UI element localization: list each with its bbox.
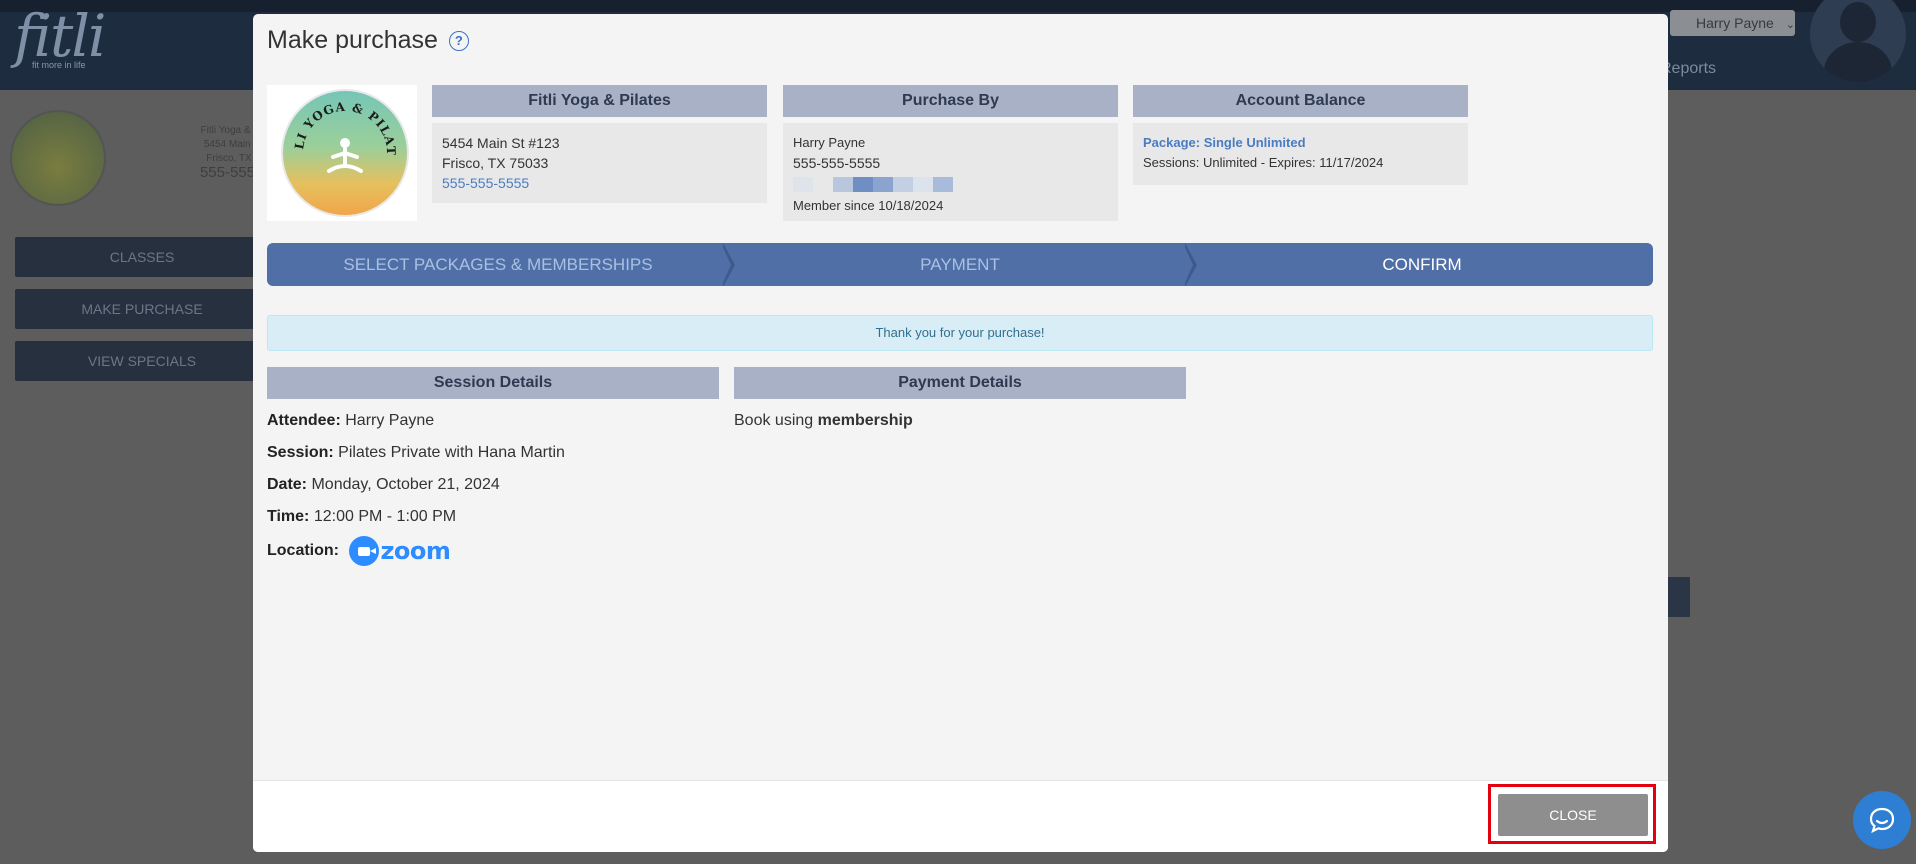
redacted-email	[793, 177, 1108, 192]
package-name[interactable]: Package: Single Unlimited	[1143, 133, 1458, 153]
modal-title-text: Make purchase	[267, 26, 438, 54]
studio-address1: 5454 Main St #123	[442, 135, 560, 151]
attendee-value: Harry Payne	[345, 412, 435, 429]
close-button[interactable]: CLOSE	[1498, 794, 1648, 836]
date-value: Monday, October 21, 2024	[311, 476, 500, 493]
brand-logo[interactable]: fitli fit more in life	[14, 2, 106, 70]
zoom-wordmark: zoom	[380, 537, 451, 565]
nav-classes-button[interactable]: CLASSES	[15, 237, 269, 277]
studio-phone: 555-555-	[199, 164, 260, 181]
account-balance-card: Account Balance Package: Single Unlimite…	[1133, 85, 1468, 185]
studio-line1: Fitli Yoga & P	[200, 125, 260, 136]
studio-address2: Frisco, TX 75033	[442, 155, 549, 171]
attendee-label: Attendee:	[267, 412, 341, 429]
modal-title: Make purchase ?	[267, 26, 469, 55]
brand-logo-text: fitli	[14, 2, 106, 70]
chat-bubble-icon	[1869, 807, 1895, 834]
step-confirm: CONFIRM	[1382, 255, 1462, 274]
svg-text:FITLI YOGA & PILATES: FITLI YOGA & PILATES	[283, 91, 398, 156]
time-line: Time: 12:00 PM - 1:00 PM	[267, 508, 456, 526]
background-studio-info: Fitli Yoga & P 5454 Main S Frisco, TX 7 …	[180, 124, 260, 180]
question-circle-icon[interactable]: ?	[448, 31, 469, 51]
background-studio-logo	[10, 110, 106, 206]
sessions-expiry: Sessions: Unlimited - Expires: 11/17/202…	[1143, 155, 1384, 170]
nav-view-specials-button[interactable]: VIEW SPECIALS	[15, 341, 269, 381]
account-balance-header: Account Balance	[1133, 85, 1468, 117]
studio-line2: 5454 Main S	[203, 139, 260, 150]
chat-support-button[interactable]	[1853, 791, 1911, 849]
studio-logo: FITLI YOGA & PILATES	[281, 89, 409, 217]
session-details-header: Session Details	[267, 367, 719, 399]
location-label: Location:	[267, 542, 339, 560]
avatar[interactable]	[1810, 0, 1906, 82]
payment-details-header: Payment Details	[734, 367, 1186, 399]
attendee-line: Attendee: Harry Payne	[267, 412, 434, 430]
session-value: Pilates Private with Hana Martin	[338, 444, 565, 461]
zoom-camera-icon	[349, 536, 380, 566]
success-alert: Thank you for your purchase!	[267, 315, 1653, 351]
payment-method-line: Book using membership	[734, 412, 913, 430]
session-label: Session:	[267, 444, 334, 461]
payment-prefix: Book using	[734, 412, 814, 429]
user-menu[interactable]: Harry Payne ⌄	[1670, 10, 1795, 36]
step-payment: PAYMENT	[729, 243, 1197, 286]
modal-footer	[253, 780, 1668, 852]
location-line: Location: zoom	[267, 536, 451, 566]
studio-logo-box: FITLI YOGA & PILATES	[267, 85, 417, 221]
session-line: Session: Pilates Private with Hana Marti…	[267, 444, 565, 462]
purchaser-name: Harry Payne	[793, 135, 866, 150]
zoom-logo-icon: zoom	[349, 536, 451, 566]
studio-phone-link[interactable]: 555-555-5555	[442, 175, 529, 191]
nav-make-purchase-button[interactable]: MAKE PURCHASE	[15, 289, 269, 329]
nav-reports-link[interactable]: Reports	[1660, 60, 1716, 78]
user-menu-label: Harry Payne	[1696, 15, 1774, 31]
step-select-packages: SELECT PACKAGES & MEMBERSHIPS	[267, 243, 735, 286]
header-top-strip	[0, 0, 1916, 12]
time-label: Time:	[267, 508, 310, 525]
purchase-by-header: Purchase By	[783, 85, 1118, 117]
time-value: 12:00 PM - 1:00 PM	[313, 508, 457, 525]
date-label: Date:	[267, 476, 308, 493]
studio-logo-text: FITLI YOGA & PILATES	[283, 91, 397, 156]
chevron-down-icon: ⌄	[1785, 19, 1795, 31]
date-line: Date: Monday, October 21, 2024	[267, 476, 500, 494]
purchaser-phone: 555-555-5555	[793, 155, 881, 171]
studio-card-header: Fitli Yoga & Pilates	[432, 85, 767, 117]
payment-method: membership	[817, 412, 913, 429]
studio-info-card: Fitli Yoga & Pilates 5454 Main St #123 F…	[432, 85, 767, 203]
purchase-steps: SELECT PACKAGES & MEMBERSHIPS PAYMENT CO…	[267, 243, 1653, 286]
member-since: Member since 10/18/2024	[793, 198, 944, 213]
purchase-by-card: Purchase By Harry Payne 555-555-5555 Mem…	[783, 85, 1118, 221]
make-purchase-modal: Make purchase ? FITLI YOGA & PILATES Fit…	[253, 14, 1668, 852]
